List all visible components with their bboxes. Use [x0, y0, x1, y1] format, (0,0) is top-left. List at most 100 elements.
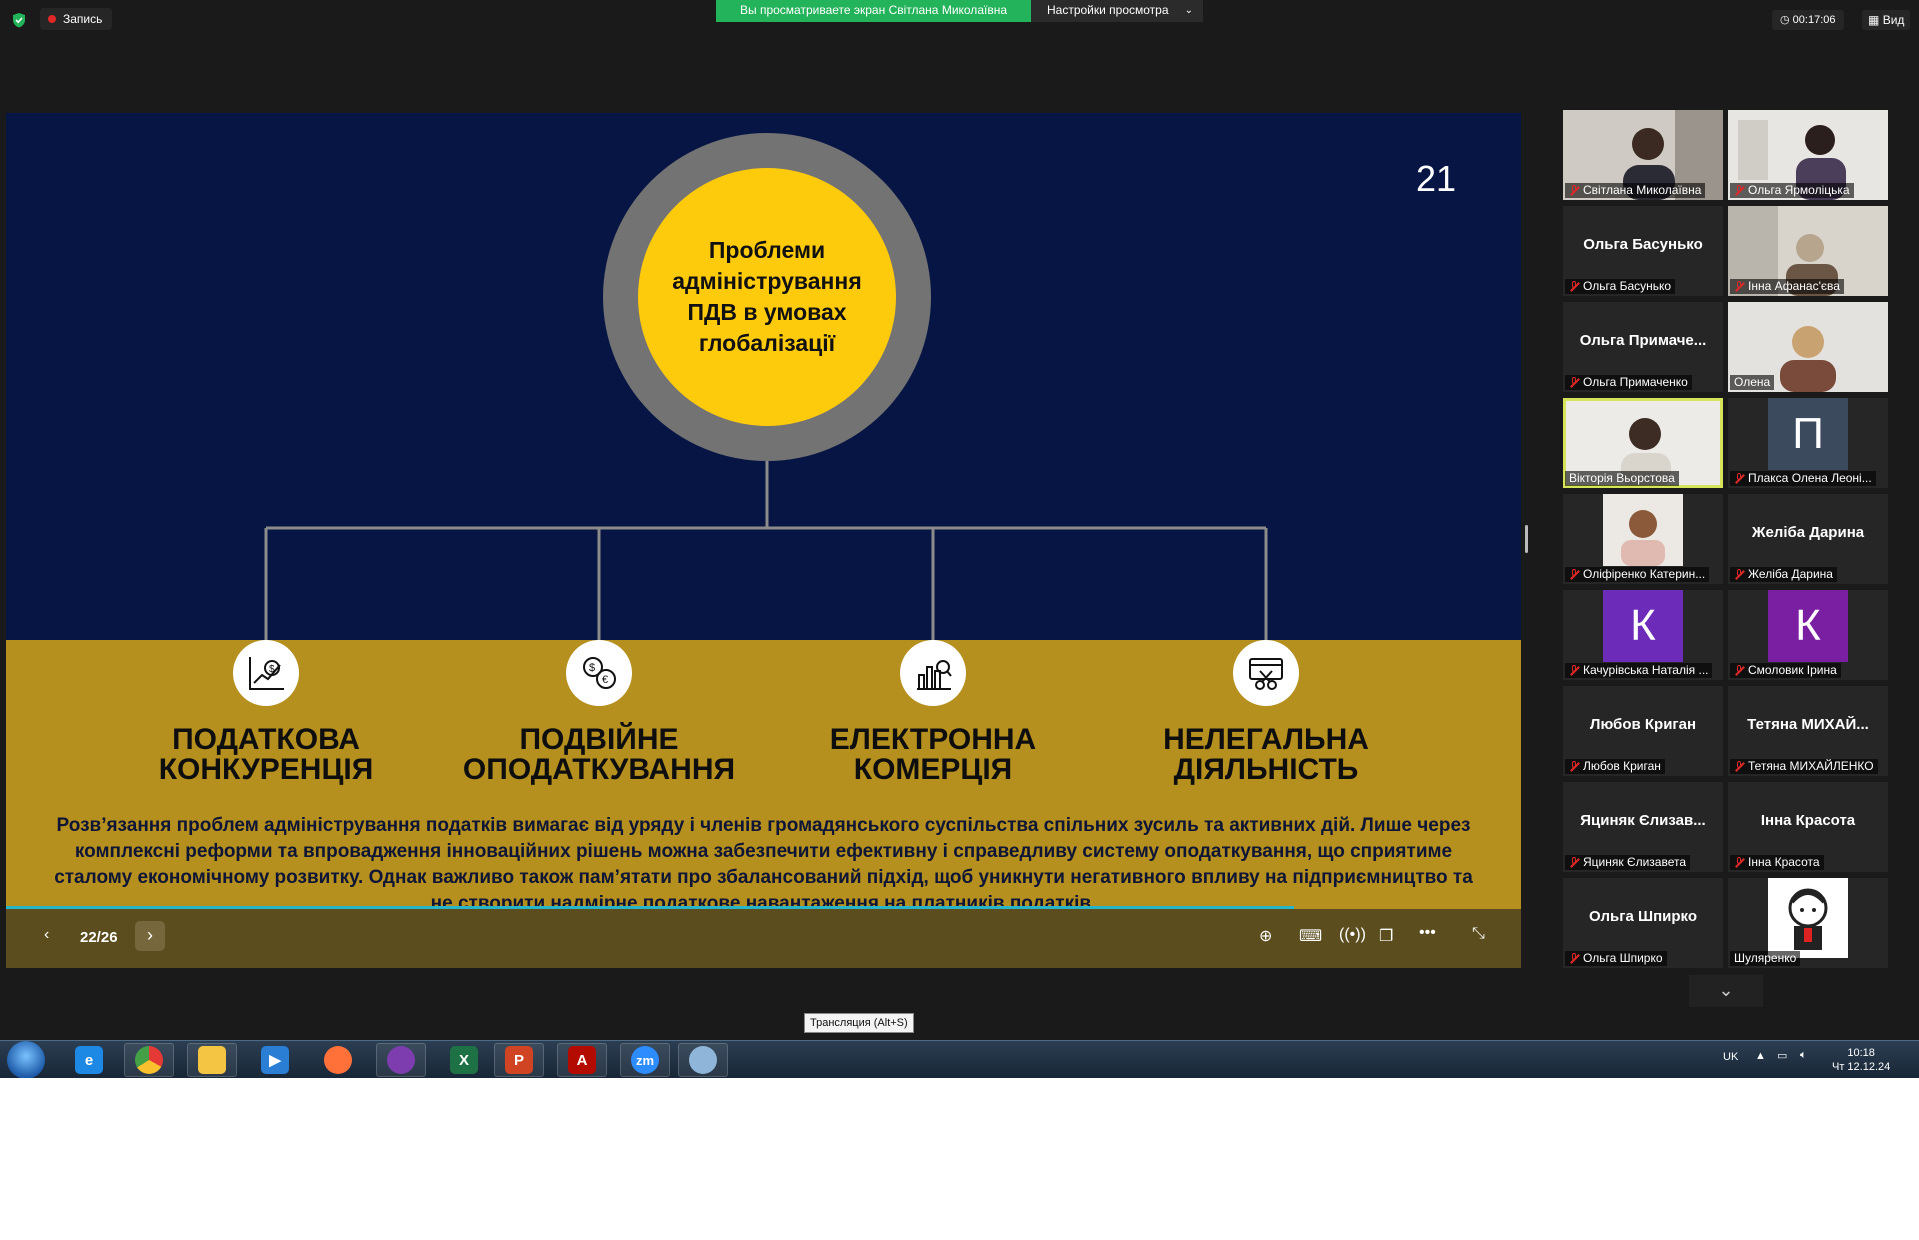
start-button[interactable] — [7, 1041, 45, 1078]
category-e-commerce: Електронна комерція — [768, 725, 1098, 785]
previous-slide-button[interactable]: ‹ — [44, 926, 49, 944]
analytics-magnifier-icon — [900, 640, 966, 706]
category-line: Подвійне — [519, 723, 679, 756]
slide-number: 21 — [1416, 158, 1457, 199]
acrobat-icon[interactable]: A — [557, 1043, 607, 1077]
recording-indicator[interactable]: Запись — [40, 8, 113, 30]
participant-tile[interactable]: П Плакса Олена Леоні... — [1728, 398, 1888, 488]
participant-tile[interactable]: Олена — [1728, 302, 1888, 392]
participant-name: Ольга Шпирко — [1565, 951, 1667, 966]
broadcast-icon[interactable]: ((•)) — [1339, 926, 1366, 944]
chrome-icon[interactable] — [124, 1043, 174, 1077]
category-tax-competition: Податкова конкуренція — [101, 725, 431, 785]
participant-tile[interactable]: Любов Криган Любов Криган — [1563, 686, 1723, 776]
zoom-in-icon[interactable]: ⊕ — [1259, 926, 1272, 946]
avatar: К — [1603, 590, 1683, 662]
panel-resize-handle[interactable] — [1525, 525, 1528, 553]
slide-body-text: Розв’язання проблем адміністрування пода… — [54, 815, 1473, 914]
next-slide-button[interactable]: › — [135, 921, 165, 951]
participant-tile[interactable]: Желіба Дарина Желіба Дарина — [1728, 494, 1888, 584]
volume-icon[interactable]: 🔈︎ — [1800, 1049, 1807, 1062]
participant-tile[interactable]: Вікторія Вьорстова — [1563, 398, 1723, 488]
participant-display-name: Ольга Примаче... — [1579, 332, 1707, 349]
participant-tile[interactable]: К Качурівська Наталія ... — [1563, 590, 1723, 680]
view-label: Вид — [1882, 13, 1905, 27]
mic-muted-icon — [1569, 665, 1579, 676]
participant-tile[interactable]: Інна Красота Інна Красота — [1728, 782, 1888, 872]
participant-display-name: Любов Криган — [1589, 716, 1697, 733]
participant-name: Інна Афанас'єва — [1730, 279, 1844, 294]
mic-muted-icon — [1734, 761, 1744, 772]
participant-tile[interactable]: Ольга Шпирко Ольга Шпирко — [1563, 878, 1723, 968]
system-clock[interactable]: 10:18 Чт 12.12.24 — [1832, 1046, 1890, 1074]
media-player-icon[interactable]: ▶ — [250, 1043, 300, 1077]
viber-icon[interactable] — [376, 1043, 426, 1077]
explorer-icon[interactable] — [187, 1043, 237, 1077]
participant-tile[interactable]: К Смоловик Ірина — [1728, 590, 1888, 680]
participant-tile[interactable]: Ольга Примаче... Ольга Примаченко — [1563, 302, 1723, 392]
participant-display-name: Ольга Басунько — [1583, 236, 1703, 253]
chevron-down-icon: ⌄ — [1184, 5, 1193, 16]
category-line: діяльність — [1173, 753, 1359, 786]
category-line: оподаткування — [462, 753, 736, 786]
participant-tile[interactable]: Світлана Миколаївна — [1563, 110, 1723, 200]
category-line: Електронна — [829, 723, 1037, 756]
record-label: Запись — [63, 12, 103, 26]
excel-icon[interactable]: X — [439, 1043, 489, 1077]
participant-display-name: Інна Красота — [1760, 812, 1856, 829]
network-icon[interactable]: ▭ — [1777, 1049, 1787, 1062]
participant-tile[interactable]: Тетяна МИХАЙ... Тетяна МИХАЙЛЕНКО — [1728, 686, 1888, 776]
participant-tile[interactable]: Ольга Басунько Ольга Басунько — [1563, 206, 1723, 296]
tray-arrow-icon[interactable]: ▲ — [1755, 1050, 1766, 1062]
participant-name: Качурівська Наталія ... — [1565, 663, 1713, 678]
mic-muted-icon — [1569, 857, 1579, 868]
participant-tile[interactable]: Інна Афанас'єва — [1728, 206, 1888, 296]
paint-icon[interactable] — [678, 1043, 728, 1077]
participant-name: Яциняк Єлизавета — [1565, 855, 1691, 870]
participant-display-name: Яциняк Єлизав... — [1580, 812, 1706, 829]
shield-icon[interactable] — [11, 12, 27, 28]
participant-name: Оліфіренко Катерин... — [1565, 567, 1710, 582]
keyboard-icon[interactable]: ⌨ — [1299, 926, 1322, 946]
firefox-icon[interactable] — [313, 1043, 363, 1077]
participant-tile[interactable]: Яциняк Єлизав... Яциняк Єлизавета — [1563, 782, 1723, 872]
participant-name: Ольга Примаченко — [1565, 375, 1692, 390]
participant-name: Ольга Басунько — [1565, 279, 1676, 294]
participant-tile[interactable]: Оліфіренко Катерин... — [1563, 494, 1723, 584]
timer-value: 00:17:06 — [1792, 14, 1836, 26]
mic-muted-icon — [1569, 377, 1579, 388]
category-line: конкуренція — [158, 753, 374, 786]
exit-fullscreen-icon[interactable]: ⤡ — [1472, 925, 1485, 943]
mic-muted-icon — [1734, 281, 1744, 292]
category-line: Нелегальна — [1163, 723, 1369, 756]
participant-name: Світлана Миколаївна — [1565, 183, 1706, 198]
view-options-label: Настройки просмотра — [1047, 3, 1169, 17]
slide-control-bar: ‹ 22/26 › ⊕ ⌨ ((•)) ❐ ••• ⤡ — [6, 909, 1521, 968]
more-options-icon[interactable]: ••• — [1419, 924, 1436, 942]
windows-taskbar: e ▶ X P A zm UK ▲ ▭ 🔈︎ 10:18 Чт 12.12.24 — [0, 1040, 1919, 1078]
participant-tile[interactable]: Шуляренко — [1728, 878, 1888, 968]
participant-name: Желіба Дарина — [1730, 567, 1837, 582]
internet-explorer-icon[interactable]: e — [64, 1043, 114, 1077]
participant-name: Шуляренко — [1730, 951, 1801, 966]
view-button[interactable]: ▦ Вид — [1862, 10, 1911, 30]
page-counter: 22/26 — [80, 929, 118, 946]
category-line: Податкова — [172, 723, 360, 756]
grid-icon: ▦ — [1868, 13, 1880, 27]
zoom-icon[interactable]: zm — [620, 1043, 670, 1077]
participant-name: Смоловик Ірина — [1730, 663, 1841, 678]
participant-name: Вікторія Вьорстова — [1565, 471, 1679, 486]
powerpoint-icon[interactable]: P — [494, 1043, 544, 1077]
mic-muted-icon — [1734, 857, 1744, 868]
shared-slide: 21 Проблеми адміністрування ПДВ в умовах… — [6, 113, 1521, 968]
card-scissors-icon — [1233, 640, 1299, 706]
participant-name: Олена — [1730, 375, 1775, 390]
zoom-window: Запись Вы просматриваете экран Світлана … — [0, 0, 1919, 1078]
language-indicator[interactable]: UK — [1723, 1051, 1738, 1063]
participant-tile[interactable]: Ольга Ярмоліцька — [1728, 110, 1888, 200]
gallery-scroll-down-button[interactable]: ⌄ — [1689, 975, 1763, 1007]
center-circle: Проблеми адміністрування ПДВ в умовах гл… — [638, 168, 896, 426]
present-window-icon[interactable]: ❐ — [1379, 926, 1393, 946]
participant-name: Тетяна МИХАЙЛЕНКО — [1730, 759, 1878, 774]
view-options-button[interactable]: Настройки просмотра ⌄ — [1031, 0, 1203, 22]
